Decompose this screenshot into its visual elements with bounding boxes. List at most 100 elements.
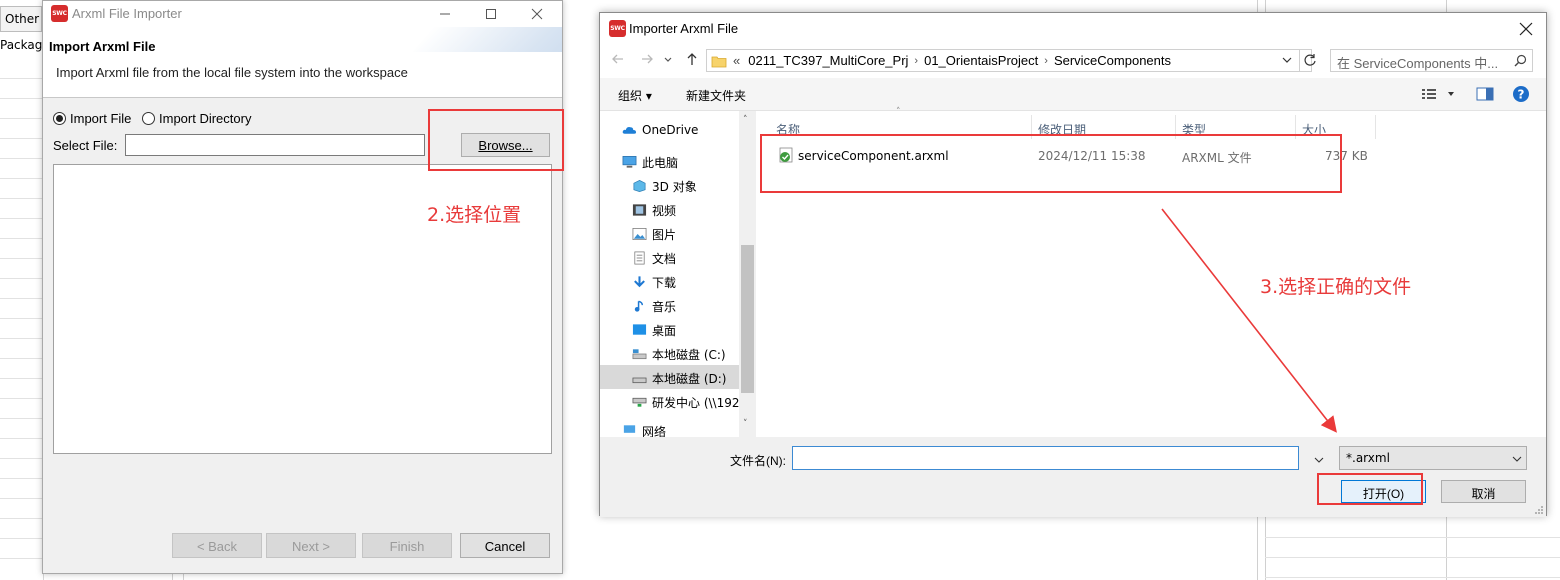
nav-item-3d-objects[interactable]: 3D 对象 bbox=[632, 174, 697, 198]
navigation-scrollbar[interactable]: ˄ ˅ bbox=[739, 111, 756, 437]
scroll-down-arrow[interactable]: ˅ bbox=[743, 419, 748, 429]
maximize-button[interactable] bbox=[468, 1, 514, 27]
nav-item-label: 本地磁盘 (D:) bbox=[652, 371, 727, 386]
view-options-button[interactable] bbox=[1421, 86, 1457, 102]
chevron-right-icon[interactable]: › bbox=[1044, 55, 1048, 67]
radio-import-directory[interactable]: Import Directory bbox=[142, 111, 251, 126]
nav-item-video[interactable]: 视频 bbox=[632, 198, 676, 222]
background-tab-other[interactable]: Other bbox=[0, 6, 42, 32]
refresh-button[interactable] bbox=[1299, 49, 1319, 72]
drive-icon bbox=[632, 377, 647, 384]
breadcrumb-item[interactable]: 01_OrientaisProject bbox=[924, 53, 1038, 68]
filename-dropdown-button[interactable] bbox=[1314, 454, 1326, 466]
finish-button[interactable]: Finish bbox=[362, 533, 452, 558]
close-icon bbox=[1519, 22, 1533, 36]
resize-grip-icon[interactable] bbox=[1534, 505, 1544, 515]
select-file-input[interactable] bbox=[125, 134, 425, 156]
minimize-button[interactable] bbox=[422, 1, 468, 27]
nav-item-this-pc[interactable]: 此电脑 bbox=[622, 150, 678, 174]
swc-logo-icon: SWC bbox=[609, 20, 626, 37]
background-package-label: Package bbox=[0, 38, 44, 52]
chevron-down-icon bbox=[1512, 456, 1522, 462]
arrow-up-icon bbox=[687, 53, 697, 65]
nav-item-downloads[interactable]: 下载 bbox=[632, 270, 676, 294]
new-folder-button[interactable]: 新建文件夹 bbox=[686, 87, 746, 104]
onedrive-icon bbox=[622, 127, 637, 134]
network-drive-icon bbox=[632, 397, 647, 407]
back-arrow-button[interactable] bbox=[610, 51, 630, 71]
nav-item-drive-d[interactable]: 本地磁盘 (D:) bbox=[632, 366, 726, 390]
nav-item-desktop[interactable]: 桌面 bbox=[632, 318, 676, 342]
nav-item-label: 音乐 bbox=[652, 299, 677, 314]
annotation-arrow bbox=[1161, 208, 1337, 433]
radio-import-file[interactable]: Import File bbox=[53, 111, 131, 126]
open-file-dialog: SWC Importer Arxml File « 0211_TC397_Mul… bbox=[599, 12, 1547, 517]
nav-item-network[interactable]: 网络 bbox=[622, 423, 666, 437]
nav-item-label: 视频 bbox=[652, 203, 677, 218]
chevron-down-icon bbox=[1282, 57, 1292, 63]
breadcrumb-item[interactable]: ServiceComponents bbox=[1054, 53, 1171, 68]
up-folder-button[interactable] bbox=[684, 51, 704, 71]
forward-arrow-button[interactable] bbox=[639, 51, 659, 71]
dialog-close-button[interactable] bbox=[1516, 19, 1536, 39]
nav-item-network-drive[interactable]: 研发中心 (\\192 bbox=[632, 390, 740, 414]
dialog-titlebar: SWC Importer Arxml File bbox=[600, 13, 1546, 44]
folder-icon bbox=[711, 56, 727, 67]
documents-icon bbox=[634, 251, 645, 265]
annotation-box-open bbox=[1317, 473, 1423, 505]
nav-item-label: 网络 bbox=[642, 425, 667, 437]
nav-item-onedrive[interactable]: OneDrive bbox=[622, 118, 698, 142]
scroll-thumb[interactable] bbox=[741, 245, 754, 393]
radio-selected-icon bbox=[53, 112, 66, 125]
help-button[interactable]: ? bbox=[1512, 85, 1530, 103]
navigation-pane: OneDrive 此电脑 3D 对象 视频 图片 文档 下载 音乐 桌面 本地磁… bbox=[600, 111, 756, 437]
nav-item-label: OneDrive bbox=[642, 123, 699, 137]
close-button[interactable] bbox=[514, 1, 560, 27]
nav-item-music[interactable]: 音乐 bbox=[632, 294, 676, 318]
music-icon bbox=[634, 300, 644, 312]
3d-objects-icon bbox=[633, 179, 646, 193]
computer-icon bbox=[622, 156, 637, 168]
network-icon bbox=[623, 425, 636, 433]
wizard-page-title: Import Arxml File bbox=[49, 39, 156, 54]
drive-icon bbox=[632, 349, 647, 360]
nav-item-label: 图片 bbox=[652, 227, 677, 242]
recent-locations-button[interactable] bbox=[663, 54, 675, 66]
select-file-label: Select File: bbox=[53, 138, 118, 153]
filename-label: 文件名(N): bbox=[730, 454, 786, 468]
chevron-right-icon[interactable]: › bbox=[914, 55, 918, 67]
scroll-up-arrow[interactable]: ˄ bbox=[743, 115, 748, 125]
arxml-importer-wizard: SWC Arxml File Importer Import Arxml Fil… bbox=[42, 0, 563, 574]
download-icon bbox=[634, 276, 645, 288]
swc-logo-icon: SWC bbox=[51, 5, 68, 22]
nav-item-drive-c[interactable]: 本地磁盘 (C:) bbox=[632, 342, 726, 366]
address-dropdown-button[interactable] bbox=[1281, 54, 1295, 68]
nav-item-pictures[interactable]: 图片 bbox=[632, 222, 676, 246]
organize-menu[interactable]: 组织 ▾ bbox=[618, 87, 652, 104]
svg-text:?: ? bbox=[1518, 88, 1525, 102]
breadcrumb-overflow[interactable]: « bbox=[733, 53, 740, 68]
refresh-icon bbox=[1304, 54, 1316, 66]
file-type-filter-value: *.arxml bbox=[1346, 451, 1390, 465]
annotation-box-file bbox=[760, 134, 1342, 193]
annotation-step2-text: 2.选择位置 bbox=[427, 204, 522, 226]
file-type-filter-select[interactable]: *.arxml bbox=[1339, 446, 1527, 470]
dialog-cancel-button[interactable]: 取消 bbox=[1441, 480, 1526, 503]
wizard-cancel-button[interactable]: Cancel bbox=[460, 533, 550, 558]
nav-item-label: 本地磁盘 (C:) bbox=[652, 347, 726, 362]
breadcrumb-item[interactable]: 0211_TC397_MultiCore_Prj bbox=[748, 53, 908, 68]
search-input[interactable]: 在 ServiceComponents 中... bbox=[1330, 49, 1533, 72]
view-list-icon bbox=[1422, 89, 1454, 99]
filename-input[interactable] bbox=[792, 446, 1299, 470]
nav-item-label: 桌面 bbox=[652, 323, 677, 338]
next-button[interactable]: Next > bbox=[266, 533, 356, 558]
nav-item-documents[interactable]: 文档 bbox=[632, 246, 676, 270]
video-icon bbox=[632, 204, 647, 216]
dialog-toolbar: 组织 ▾ 新建文件夹 ? bbox=[600, 78, 1546, 111]
search-icon[interactable] bbox=[1514, 54, 1528, 68]
preview-pane-button[interactable] bbox=[1476, 86, 1494, 102]
address-bar[interactable]: « 0211_TC397_MultiCore_Prj › 01_Orientai… bbox=[706, 49, 1312, 72]
back-button[interactable]: < Back bbox=[172, 533, 262, 558]
background-grid-left bbox=[0, 60, 44, 580]
preview-pane-icon bbox=[1476, 87, 1494, 101]
